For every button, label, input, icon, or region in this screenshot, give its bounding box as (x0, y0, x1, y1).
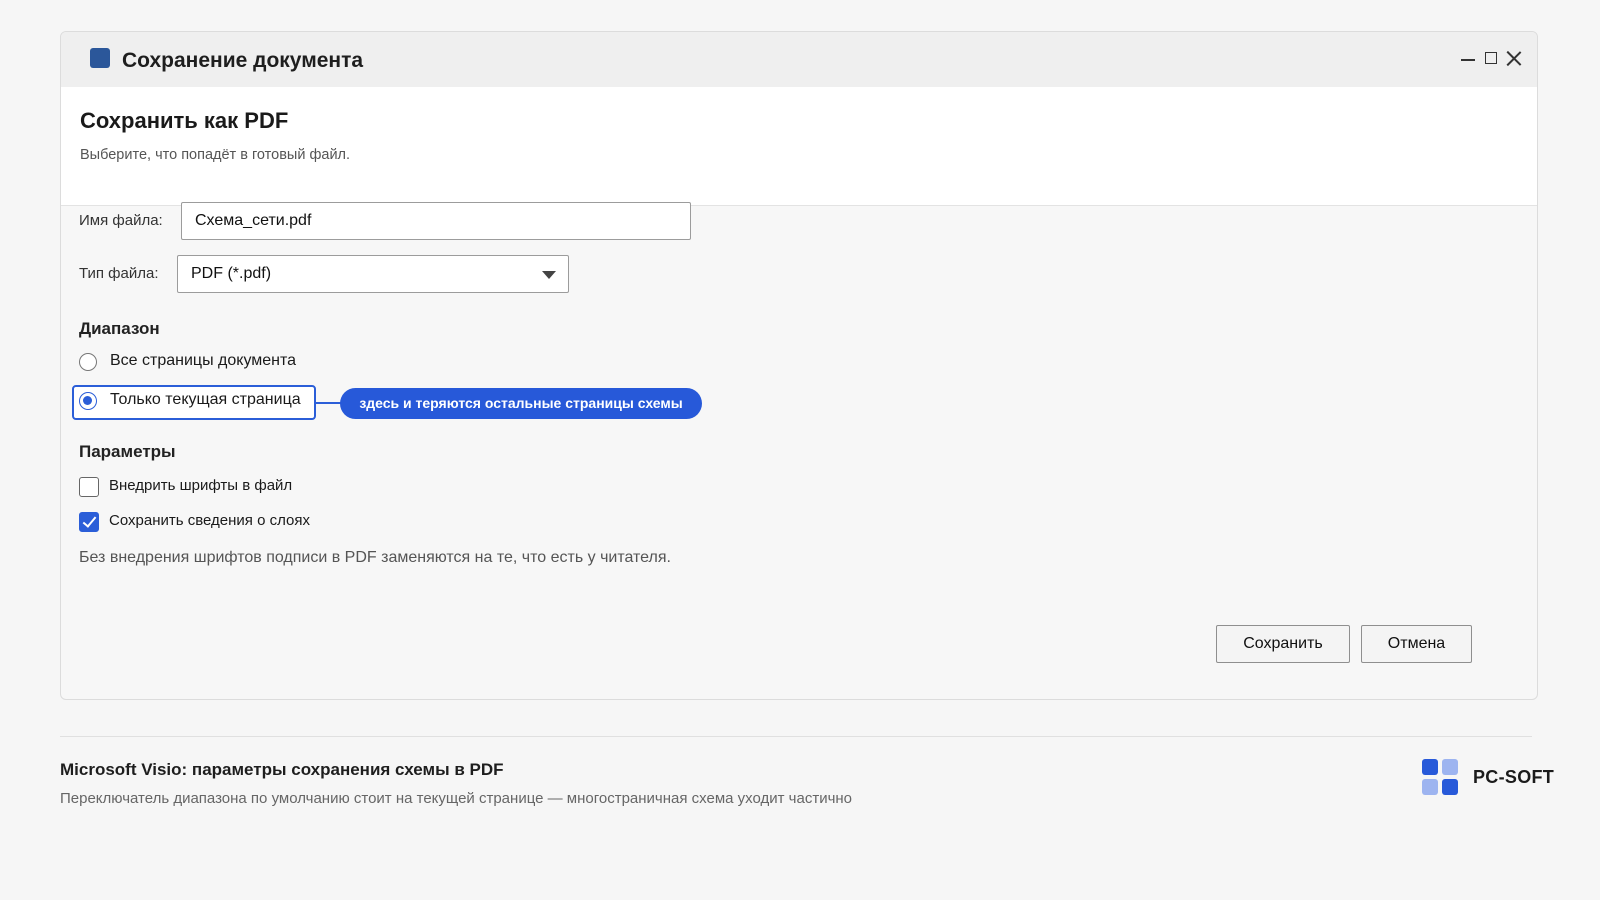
caption-divider (60, 736, 1532, 737)
chevron-down-icon (542, 271, 556, 279)
dialog-heading: Сохранить как PDF (80, 108, 289, 133)
page: Сохранение документа Сохранить как PDF В… (0, 0, 1600, 900)
brand-logo-icon (1422, 759, 1462, 799)
radio-button[interactable] (79, 353, 97, 371)
filetype-value: PDF (*.pdf) (191, 265, 272, 282)
caption-title: Microsoft Visio: параметры сохранения сх… (60, 760, 504, 779)
params-heading: Параметры (79, 442, 176, 461)
checkbox-label: Сохранить сведения о слоях (109, 512, 310, 529)
filetype-label: Тип файла: (79, 265, 159, 282)
save-button[interactable]: Сохранить (1216, 625, 1350, 663)
checkbox-checked[interactable] (79, 512, 99, 532)
callout-connector (316, 402, 341, 404)
cancel-button[interactable]: Отмена (1361, 625, 1472, 663)
radio-label: Все страницы документа (110, 352, 297, 369)
filename-label: Имя файла: (79, 212, 163, 229)
maximize-icon[interactable] (1482, 48, 1502, 68)
dialog-subtitle: Выберите, что попадёт в готовый файл. (80, 147, 351, 163)
brand-name: PC-SOFT (1473, 767, 1555, 787)
minimize-icon[interactable] (1458, 48, 1478, 68)
range-heading: Диапазон (79, 319, 160, 338)
caption-subtitle: Переключатель диапазона по умолчанию сто… (60, 790, 853, 807)
checkbox-save-layers[interactable]: Сохранить сведения о слоях (79, 511, 329, 535)
fonts-note: Без внедрения шрифтов подписи в PDF заме… (79, 549, 671, 566)
filename-input[interactable]: Схема_сети.pdf (181, 202, 691, 240)
title-bar: Сохранение документа (61, 32, 1537, 88)
app-icon (90, 48, 110, 68)
checkbox-embed-fonts[interactable]: Внедрить шрифты в файл (79, 476, 309, 500)
window-title: Сохранение документа (122, 49, 364, 72)
checkbox-label: Внедрить шрифты в файл (109, 477, 293, 494)
dialog-header: Сохранить как PDF Выберите, что попадёт … (61, 87, 1537, 206)
annotation-callout: здесь и теряются остальные страницы схем… (340, 388, 702, 419)
radio-button-selected[interactable] (79, 392, 97, 410)
close-icon[interactable] (1504, 48, 1524, 68)
radio-current-page[interactable]: Только текущая страница (79, 390, 315, 414)
checkbox[interactable] (79, 477, 99, 497)
radio-all-pages[interactable]: Все страницы документа (79, 351, 319, 375)
filetype-select[interactable]: PDF (*.pdf) (177, 255, 569, 293)
radio-label: Только текущая страница (110, 391, 301, 408)
